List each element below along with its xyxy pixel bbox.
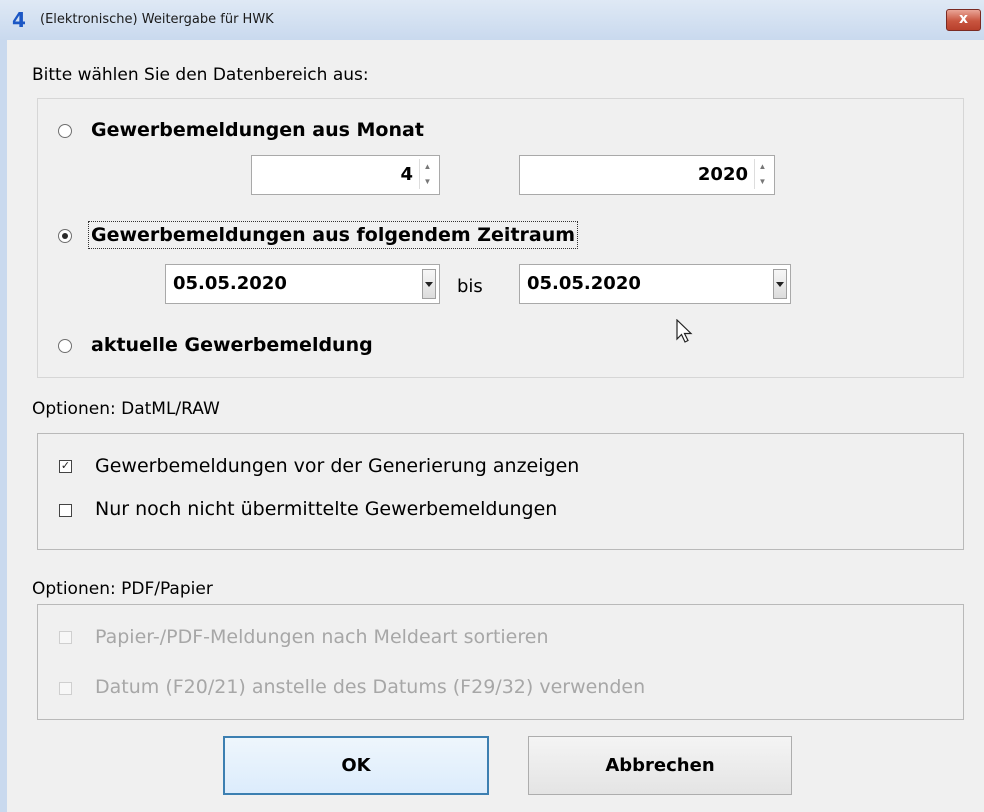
pdf-group: Papier-/PDF-Meldungen nach Meldeart sort… [37,604,964,720]
chevron-up-icon[interactable]: ▲ [755,159,770,174]
datml-heading: Optionen: DatML/RAW [32,399,220,419]
range-group: Gewerbemeldungen aus Monat 4 ▲ ▼ 2020 ▲ ▼ … [37,98,964,378]
bis-label: bis [457,276,483,297]
close-button[interactable]: x [946,9,981,31]
dialog-body: Bitte wählen Sie den Datenbereich aus: G… [7,40,984,812]
radio-month-label[interactable]: Gewerbemeldungen aus Monat [91,119,424,141]
radio-current[interactable] [58,339,72,353]
window-border [0,40,7,812]
checkbox-date [59,682,72,695]
checkbox-show[interactable]: ✓ [59,460,72,473]
mouse-cursor-icon [676,319,693,343]
checkbox-date-label: Datum (F20/21) anstelle des Datums (F29/… [95,676,646,698]
year-spinner[interactable]: 2020 ▲ ▼ [519,155,775,195]
date-from-combo[interactable]: 05.05.2020 [165,264,440,304]
app-icon: 4 [12,8,26,32]
year-value: 2020 [697,164,748,185]
checkbox-untransmitted[interactable] [59,504,72,517]
date-to-combo[interactable]: 05.05.2020 [519,264,791,304]
date-from-dropdown-icon[interactable] [422,269,436,299]
chevron-down-icon[interactable]: ▼ [755,174,770,189]
title-bar: 4 (Elektronische) Weitergabe für HWK x [0,0,984,41]
radio-month[interactable] [58,124,72,138]
datml-group: ✓ Gewerbemeldungen vor der Generierung a… [37,433,964,550]
month-spinner-arrows[interactable]: ▲ ▼ [419,159,435,189]
date-to-value: 05.05.2020 [527,273,641,294]
window-title: (Elektronische) Weitergabe für HWK [40,12,274,27]
radio-current-label[interactable]: aktuelle Gewerbemeldung [91,334,373,356]
checkbox-sort [59,631,72,644]
radio-period-label[interactable]: Gewerbemeldungen aus folgendem Zeitraum [87,221,579,249]
checkbox-show-label[interactable]: Gewerbemeldungen vor der Generierung anz… [95,455,579,477]
chevron-down-icon[interactable]: ▼ [420,174,435,189]
month-spinner[interactable]: 4 ▲ ▼ [251,155,440,195]
month-value: 4 [400,164,413,185]
check-icon: ✓ [60,460,71,472]
checkbox-sort-label: Papier-/PDF-Meldungen nach Meldeart sort… [95,626,549,648]
date-to-dropdown-icon[interactable] [773,269,787,299]
pdf-heading: Optionen: PDF/Papier [32,579,213,599]
checkbox-untransmitted-label[interactable]: Nur noch nicht übermittelte Gewerbemeldu… [95,498,557,520]
close-icon: x [958,11,969,27]
ok-button[interactable]: OK [223,736,489,795]
cancel-button[interactable]: Abbrechen [528,736,792,795]
year-spinner-arrows[interactable]: ▲ ▼ [754,159,770,189]
range-prompt: Bitte wählen Sie den Datenbereich aus: [32,65,369,85]
date-from-value: 05.05.2020 [173,273,287,294]
chevron-up-icon[interactable]: ▲ [420,159,435,174]
radio-period[interactable] [58,229,72,243]
